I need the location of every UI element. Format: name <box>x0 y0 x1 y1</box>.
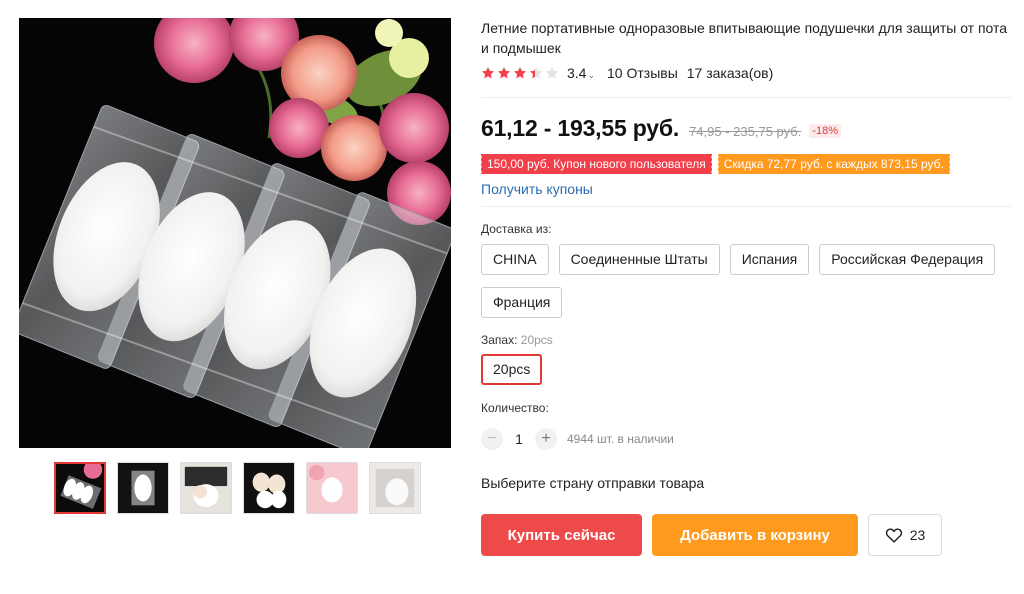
rating-value[interactable]: 3.4⌄ <box>567 65 595 81</box>
scent-label: Запах: 20pcs <box>481 333 553 347</box>
orders-count: 17 заказа(ов) <box>686 65 774 81</box>
wishlist-count: 23 <box>909 527 926 543</box>
quantity-input[interactable]: 1 <box>503 431 535 447</box>
shipping-option[interactable]: CHINA <box>481 244 549 275</box>
heart-icon <box>885 528 902 543</box>
thumbnail-6[interactable] <box>369 462 421 514</box>
thumbnail-3[interactable] <box>180 462 232 514</box>
shipping-option[interactable]: Испания <box>729 244 810 275</box>
scent-selected-value: 20pcs <box>520 333 553 347</box>
shipping-option[interactable]: Франция <box>481 287 563 318</box>
discount-badge: -18% <box>809 124 842 138</box>
product-info-panel: Летние портативные одноразовые впитывающ… <box>480 18 1011 556</box>
original-price: 74,95 - 235,75 руб. <box>689 124 802 139</box>
thumbnail-strip <box>54 462 421 514</box>
buy-now-button[interactable]: Купить сейчас <box>481 514 642 556</box>
product-photo <box>19 18 451 448</box>
thumbnail-5[interactable] <box>306 462 358 514</box>
shipping-options: CHINA Соединенные Штаты Испания Российская … <box>481 244 1011 318</box>
current-price: 61,12 - 193,55 руб. <box>481 115 680 141</box>
rating-row: 3.4⌄ 10 Отзывы 17 заказа(ов) <box>481 65 773 81</box>
shipping-label: Доставка из: <box>481 222 552 236</box>
stock-availability: 4944 шт. в наличии <box>567 432 674 446</box>
star-icon <box>514 67 526 79</box>
action-buttons: Купить сейчас Добавить в корзину 23 <box>481 514 942 556</box>
store-discount-coupon[interactable]: Скидка 72,77 руб. с каждых 873,15 руб. <box>716 154 950 174</box>
new-user-coupon[interactable]: 150,00 руб. Купон нового пользователя <box>480 154 712 174</box>
product-title: Летние портативные одноразовые впитывающ… <box>481 20 1008 56</box>
quantity-label: Количество: <box>481 401 549 415</box>
shipping-country-note: Выберите страну отправки товара <box>481 475 705 491</box>
shipping-option[interactable]: Российская Федерация <box>819 244 996 275</box>
thumbnail-1[interactable] <box>54 462 106 514</box>
scent-option-20pcs[interactable]: 20pcs <box>481 354 543 385</box>
coupon-row: 150,00 руб. Купон нового пользователя Ск… <box>480 154 950 174</box>
reviews-count[interactable]: 10 Отзывы <box>607 65 678 81</box>
star-icon <box>546 67 558 79</box>
thumbnail-4[interactable] <box>243 462 295 514</box>
quantity-stepper: − 1 + 4944 шт. в наличии <box>481 428 674 450</box>
divider <box>481 97 1011 98</box>
star-icon <box>498 67 510 79</box>
divider <box>481 206 1011 207</box>
rating-stars <box>481 66 559 80</box>
shipping-option[interactable]: Соединенные Штаты <box>558 244 720 275</box>
get-coupons-link[interactable]: Получить купоны <box>481 181 593 197</box>
star-icon <box>530 67 542 79</box>
thumbnail-2[interactable] <box>117 462 169 514</box>
product-main-image[interactable] <box>19 18 451 448</box>
add-to-cart-button[interactable]: Добавить в корзину <box>652 514 858 556</box>
quantity-increase-button[interactable]: + <box>535 428 557 450</box>
star-icon <box>482 67 494 79</box>
price-row: 61,12 - 193,55 руб. 74,95 - 235,75 руб. … <box>481 115 842 142</box>
quantity-decrease-button[interactable]: − <box>481 428 503 450</box>
wishlist-button[interactable]: 23 <box>868 514 942 556</box>
chevron-down-icon: ⌄ <box>587 70 596 80</box>
